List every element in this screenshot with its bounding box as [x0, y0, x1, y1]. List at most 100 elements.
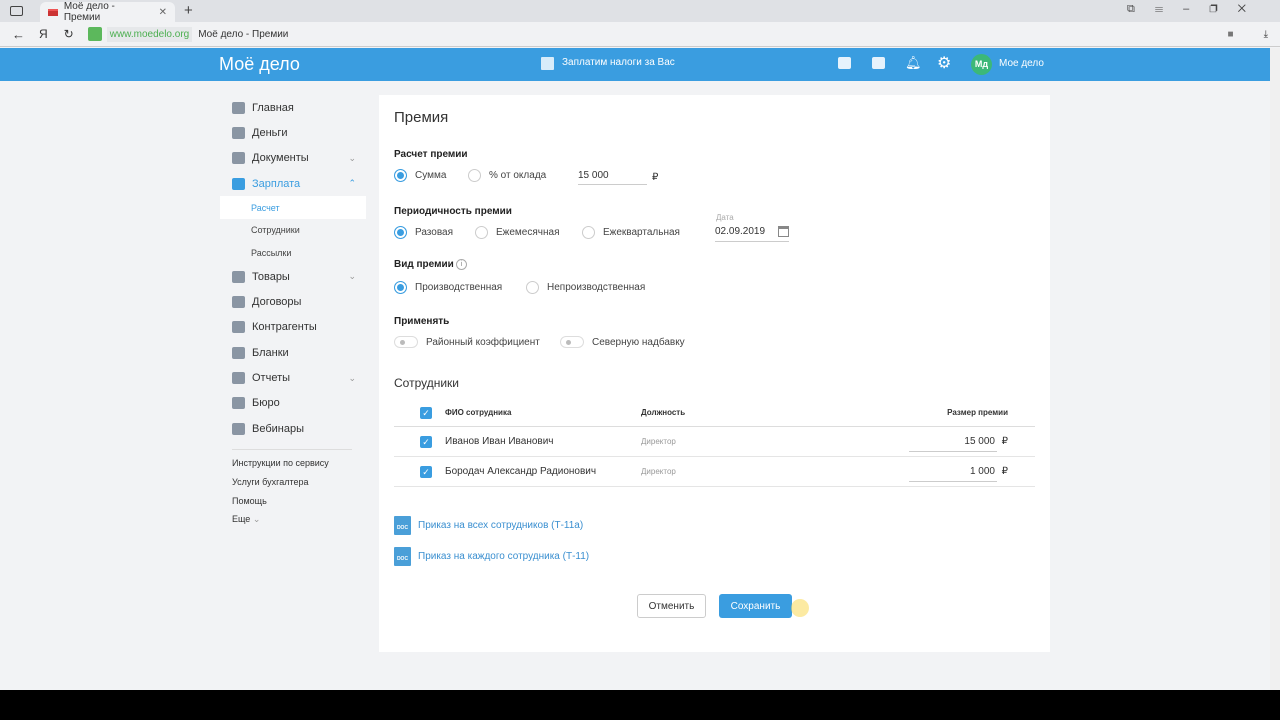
currency: ₽ [652, 172, 659, 183]
sidebar-item-webinars[interactable]: Вебинары [220, 416, 366, 441]
radio-monthly[interactable]: Ежемесячная [475, 226, 559, 239]
footer-link-more[interactable]: Еще ⌄ [220, 514, 366, 525]
url-domain[interactable]: www.moedelo.org [106, 26, 193, 42]
label: Непроизводственная [547, 282, 646, 293]
chat-icon[interactable] [838, 57, 851, 69]
new-tab-icon[interactable]: + [184, 2, 193, 19]
radio-quarterly[interactable]: Ежеквартальная [582, 226, 680, 239]
label: Еще [232, 514, 251, 525]
user-name[interactable]: Мое дело [999, 58, 1044, 69]
app-header: Моё дело Заплатим налоги за Вас 🔔︎ ⚙ Мд … [0, 48, 1270, 81]
logo[interactable]: Моё дело [219, 54, 300, 75]
pay-taxes-link[interactable]: Заплатим налоги за Вас [562, 57, 675, 68]
amount-input[interactable]: 15 000 [578, 170, 647, 185]
reports-icon [232, 372, 245, 385]
chevron-down-icon: ⌄ [348, 271, 356, 282]
chevron-down-icon: ⌄ [348, 152, 356, 163]
radio-unchecked [475, 226, 488, 239]
row-checkbox[interactable]: ✓ [420, 436, 432, 448]
order-each-link[interactable]: DOC Приказ на каждого сотрудника (Т-11) [394, 547, 589, 566]
radio-production[interactable]: Производственная [394, 281, 502, 294]
label: Контрагенты [252, 321, 317, 334]
sidebar-item-forms[interactable]: Бланки [220, 340, 366, 365]
sidebar-item-bureau[interactable]: Бюро [220, 391, 366, 416]
download-icon[interactable]: ⤓ [1264, 29, 1268, 40]
info-icon[interactable]: i [456, 259, 467, 270]
label: Ежемесячная [496, 227, 560, 238]
avatar[interactable]: Мд [971, 54, 992, 75]
save-button[interactable]: Сохранить [719, 594, 792, 618]
url-page-title[interactable]: Моё дело - Премии [198, 29, 288, 40]
chevron-down-icon: ⌄ [348, 372, 356, 383]
sidebar-item-goods[interactable]: Товары ⌄ [220, 264, 366, 289]
toggle-northern[interactable]: Северную надбавку [560, 336, 685, 348]
employee-name: Иванов Иван Иванович [445, 436, 554, 447]
footer-link-instructions[interactable]: Инструкции по сервису [220, 458, 366, 477]
window-controls[interactable]: ⧉☰–❐✕ [1127, 3, 1266, 16]
sidebar-sub-mailings[interactable]: Рассылки [220, 242, 366, 265]
sidebar-item-contracts[interactable]: Договоры [220, 290, 366, 315]
radio-unchecked [468, 169, 481, 182]
radio-nonproduction[interactable]: Непроизводственная [526, 281, 645, 294]
sidebar-item-money[interactable]: Деньги [220, 120, 366, 145]
order-all-link[interactable]: DOC Приказ на всех сотрудников (Т-11а) [394, 516, 583, 535]
select-all-checkbox[interactable]: ✓ [420, 407, 432, 419]
date-input[interactable]: 02.09.2019 [715, 226, 789, 242]
yandex-icon[interactable]: Я [39, 27, 48, 41]
gear-icon[interactable]: ⚙ [937, 53, 951, 73]
employee-position: Директор [641, 467, 676, 476]
cancel-button[interactable]: Отменить [637, 594, 706, 618]
sidebar-item-reports[interactable]: Отчеты ⌄ [220, 365, 366, 390]
toggle-regional[interactable]: Районный коэффициент [394, 336, 540, 348]
label: Приказ на каждого сотрудника (Т-11) [418, 551, 590, 562]
label: Районный коэффициент [426, 336, 540, 348]
radio-unchecked [582, 226, 595, 239]
salary-icon [232, 177, 245, 190]
footer-link-services[interactable]: Услуги бухгалтера [220, 477, 366, 496]
label: Бюро [252, 397, 280, 410]
sidebar-item-documents[interactable]: Документы ⌄ [220, 146, 366, 171]
radio-checked [394, 169, 407, 182]
sidebar-item-salary[interactable]: Зарплата ⌃ [220, 171, 366, 196]
contractors-icon [232, 321, 245, 334]
sidebar: Главная Деньги Документы ⌄ Зарплата ⌃ Расч… [220, 95, 366, 525]
radio-sum[interactable]: Сумма [394, 169, 446, 182]
tabs-icon[interactable] [10, 6, 23, 16]
browser-tab[interactable]: Моё дело - Премии ✕ [40, 1, 175, 23]
cash-register-icon [541, 57, 554, 70]
lock-icon [87, 27, 102, 41]
reload-icon[interactable]: ↻ [64, 27, 74, 41]
footer-link-help[interactable]: Помощь [220, 496, 366, 515]
home-icon [232, 101, 245, 114]
documents-icon [232, 152, 245, 165]
sidebar-sub-calc[interactable]: Расчет [220, 196, 366, 219]
calc-label: Расчет премии [394, 149, 468, 160]
bonus-amount-input[interactable]: 1 000 [909, 466, 997, 482]
back-icon[interactable]: ← [12, 27, 25, 42]
radio-percent[interactable]: % от оклада [468, 169, 546, 182]
label: Главная [252, 101, 294, 114]
label: Северную надбавку [592, 336, 685, 348]
calendar-icon[interactable] [778, 226, 789, 237]
radio-once[interactable]: Разовая [394, 226, 453, 239]
bureau-icon [232, 397, 245, 410]
toggle-switch [560, 336, 584, 348]
column-amount: Размер премии [947, 408, 1008, 417]
bonus-amount-input[interactable]: 15 000 [909, 436, 997, 452]
sidebar-item-contractors[interactable]: Контрагенты [220, 315, 366, 340]
sidebar-item-home[interactable]: Главная [220, 95, 366, 120]
scrollbar[interactable] [1270, 48, 1280, 690]
messages-icon[interactable] [872, 57, 885, 69]
taskbar [0, 690, 1280, 720]
bookmark-icon[interactable]: ■ [1228, 29, 1234, 40]
row-checkbox[interactable]: ✓ [420, 466, 432, 478]
close-tab-icon[interactable]: ✕ [159, 7, 167, 18]
label: Разовая [415, 227, 453, 238]
label: Документы [252, 152, 309, 165]
site-favicon-icon [48, 8, 58, 16]
radio-unchecked [526, 281, 539, 294]
sidebar-sub-employees[interactable]: Сотрудники [220, 219, 366, 242]
bell-icon[interactable]: 🔔︎ [905, 55, 922, 71]
radio-checked [394, 226, 407, 239]
label: Вебинары [252, 422, 304, 435]
